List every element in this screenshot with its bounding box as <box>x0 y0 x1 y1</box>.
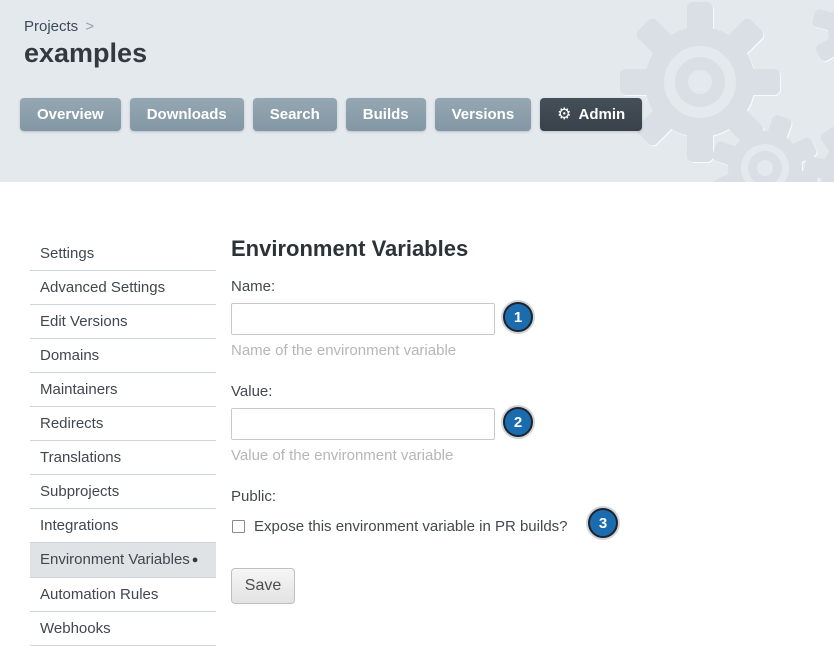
value-input-row: 2 <box>231 408 495 440</box>
name-input-row: 1 <box>231 303 495 335</box>
sidebar-item-redirects[interactable]: Redirects <box>30 407 216 441</box>
breadcrumb-projects-link[interactable]: Projects <box>24 18 78 35</box>
tab-admin-label: Admin <box>579 98 626 131</box>
tab-builds[interactable]: Builds <box>346 98 426 131</box>
public-checkbox[interactable] <box>232 520 245 533</box>
sidebar-item-maintainers[interactable]: Maintainers <box>30 373 216 407</box>
sidebar-item-automation-rules[interactable]: Automation Rules <box>30 578 216 612</box>
active-item-marker: ● <box>192 554 199 566</box>
name-helper-text: Name of the environment variable <box>231 342 671 359</box>
public-field-label: Public: <box>231 488 671 505</box>
tab-downloads[interactable]: Downloads <box>130 98 244 131</box>
breadcrumb: Projects > <box>24 18 94 35</box>
annotation-badge-1: 1 <box>503 302 533 332</box>
environment-variables-form: Environment Variables Name: 1 Name of th… <box>231 237 671 604</box>
sidebar-item-webhooks[interactable]: Webhooks <box>30 612 216 646</box>
value-helper-text: Value of the environment variable <box>231 447 671 464</box>
sidebar-item-advanced-settings[interactable]: Advanced Settings <box>30 271 216 305</box>
sidebar-item-edit-versions[interactable]: Edit Versions <box>30 305 216 339</box>
tab-versions[interactable]: Versions <box>435 98 532 131</box>
value-field-label: Value: <box>231 383 671 400</box>
admin-page: Settings Advanced Settings Edit Versions… <box>0 182 834 646</box>
public-checkbox-label[interactable]: Expose this environment variable in PR b… <box>254 518 568 535</box>
page-title: examples <box>24 38 147 69</box>
public-checkbox-row: Expose this environment variable in PR b… <box>231 518 671 535</box>
admin-sidebar: Settings Advanced Settings Edit Versions… <box>30 237 216 646</box>
name-field-label: Name: <box>231 278 671 295</box>
gear-icon: ⚙ <box>557 107 571 123</box>
project-header: Projects > examples Overview Downloads S… <box>0 0 834 182</box>
name-input[interactable] <box>231 303 495 335</box>
tab-overview[interactable]: Overview <box>20 98 121 131</box>
sidebar-item-translations[interactable]: Translations <box>30 441 216 475</box>
save-button[interactable]: Save <box>231 568 295 604</box>
project-tab-bar: Overview Downloads Search Builds Version… <box>20 98 642 131</box>
annotation-badge-3: 3 <box>588 508 618 538</box>
tab-admin[interactable]: ⚙ Admin <box>540 98 642 131</box>
sidebar-item-label: Environment Variables <box>40 551 190 568</box>
sidebar-item-subprojects[interactable]: Subprojects <box>30 475 216 509</box>
annotation-badge-2: 2 <box>503 407 533 437</box>
sidebar-item-settings[interactable]: Settings <box>30 237 216 271</box>
sidebar-item-domains[interactable]: Domains <box>30 339 216 373</box>
sidebar-item-integrations[interactable]: Integrations <box>30 509 216 543</box>
form-title: Environment Variables <box>231 237 671 261</box>
value-input[interactable] <box>231 408 495 440</box>
sidebar-item-environment-variables[interactable]: Environment Variables● <box>30 543 216 578</box>
tab-search[interactable]: Search <box>253 98 337 131</box>
gears-decoration-image <box>0 0 834 182</box>
breadcrumb-separator: > <box>85 18 94 35</box>
